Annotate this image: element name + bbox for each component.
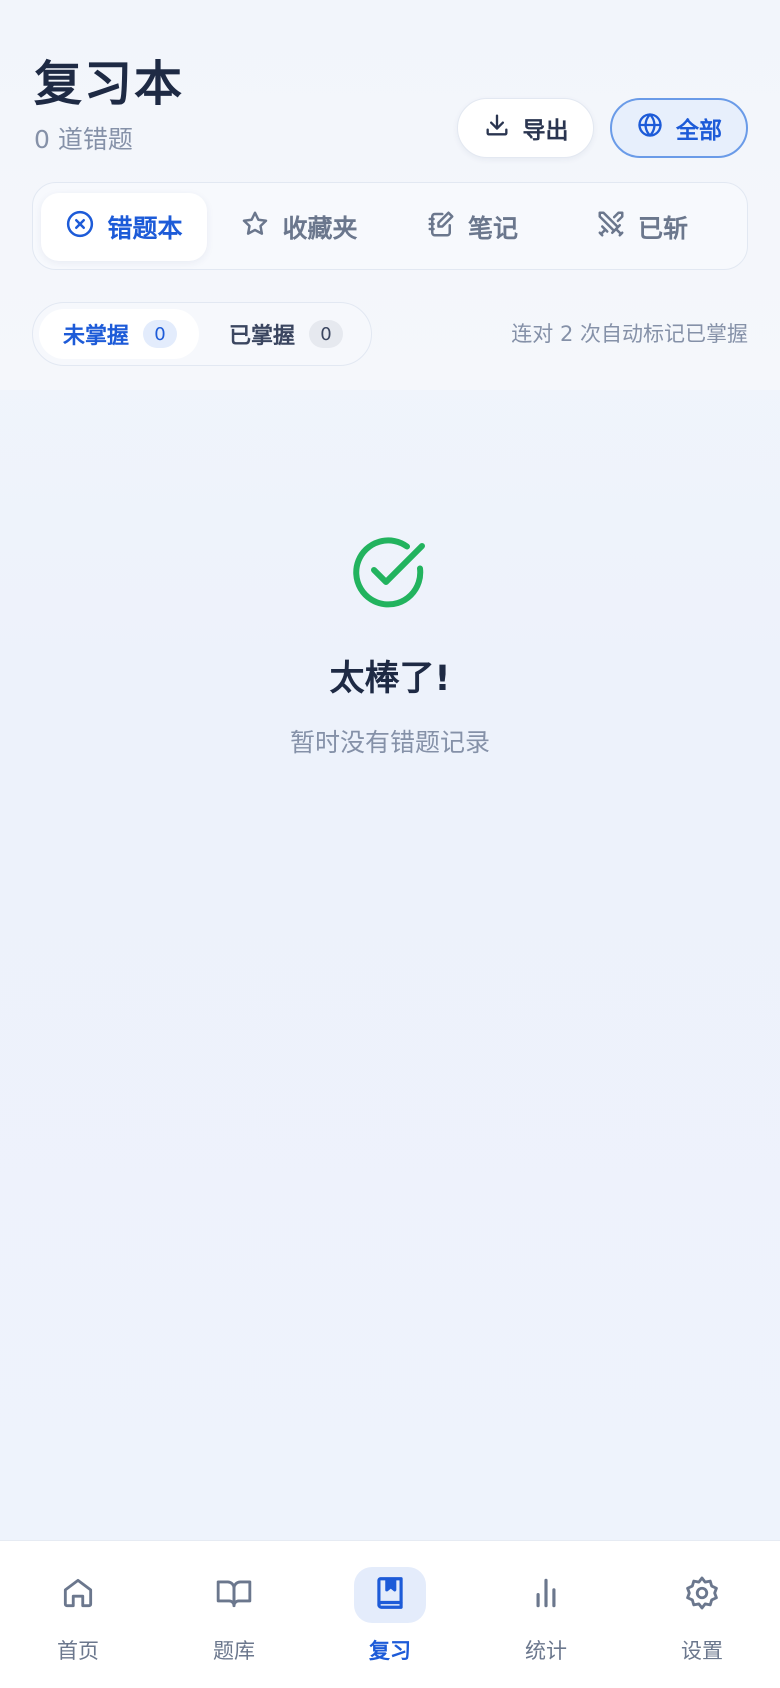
nav-item-home[interactable]: 首页 (18, 1567, 138, 1677)
nav-label: 统计 (525, 1639, 567, 1663)
empty-state-title: 太棒了! (329, 659, 451, 699)
star-icon (240, 209, 270, 245)
crossed-swords-icon (596, 209, 626, 245)
mastery-hint: 连对 2 次自动标记已掌握 (511, 322, 748, 346)
check-circle-icon (350, 532, 430, 612)
review-page: 复习本 0 道错题 导出 全部 错题本 收藏夹 笔记 已斩 未掌握 0 已掌握 … (0, 0, 780, 1688)
nav-item-review[interactable]: 复习 (330, 1567, 450, 1677)
segment-label: 已掌握 (229, 324, 296, 349)
category-tabs: 错题本 收藏夹 笔记 已斩 (32, 182, 748, 270)
bookmark-book-icon (371, 1574, 409, 1616)
tab-wrong-questions[interactable]: 错题本 (41, 193, 207, 261)
page-title: 复习本 (34, 56, 185, 112)
export-button[interactable]: 导出 (457, 98, 594, 158)
nav-label: 题库 (213, 1639, 255, 1663)
count-badge: 0 (143, 320, 178, 348)
segment-unmastered[interactable]: 未掌握 0 (39, 309, 199, 359)
nav-item-question-bank[interactable]: 题库 (174, 1567, 294, 1677)
book-open-icon (215, 1574, 253, 1616)
bottom-nav: 首页 题库 复习 统计 设置 (0, 1540, 780, 1688)
scope-filter-button[interactable]: 全部 (610, 98, 748, 158)
tab-favorites[interactable]: 收藏夹 (219, 193, 379, 261)
nav-item-stats[interactable]: 统计 (486, 1567, 606, 1677)
download-icon (483, 111, 511, 145)
tab-notes[interactable]: 笔记 (397, 193, 547, 261)
x-circle-icon (65, 209, 95, 245)
nav-label: 设置 (681, 1639, 723, 1663)
segment-mastered[interactable]: 已掌握 0 (205, 309, 367, 359)
count-badge: 0 (309, 320, 344, 348)
tab-label: 收藏夹 (282, 214, 358, 243)
export-label: 导出 (522, 118, 569, 144)
wrong-count-subtitle: 0 道错题 (34, 125, 133, 154)
mastery-segment-control: 未掌握 0 已掌握 0 (32, 302, 372, 366)
tab-label: 已斩 (637, 214, 688, 243)
note-edit-icon (426, 209, 456, 245)
scope-label: 全部 (676, 118, 722, 144)
gear-icon (683, 1574, 721, 1616)
bar-chart-icon (527, 1574, 565, 1616)
tab-slain[interactable]: 已斩 (567, 193, 717, 261)
segment-label: 未掌握 (63, 324, 130, 349)
nav-label: 复习 (369, 1639, 411, 1663)
empty-state-description: 暂时没有错题记录 (289, 728, 490, 757)
nav-item-settings[interactable]: 设置 (642, 1567, 762, 1677)
globe-icon (636, 111, 664, 145)
nav-label: 首页 (57, 1639, 99, 1663)
tab-label: 错题本 (107, 214, 183, 243)
home-icon (59, 1574, 97, 1616)
tab-label: 笔记 (467, 214, 518, 243)
